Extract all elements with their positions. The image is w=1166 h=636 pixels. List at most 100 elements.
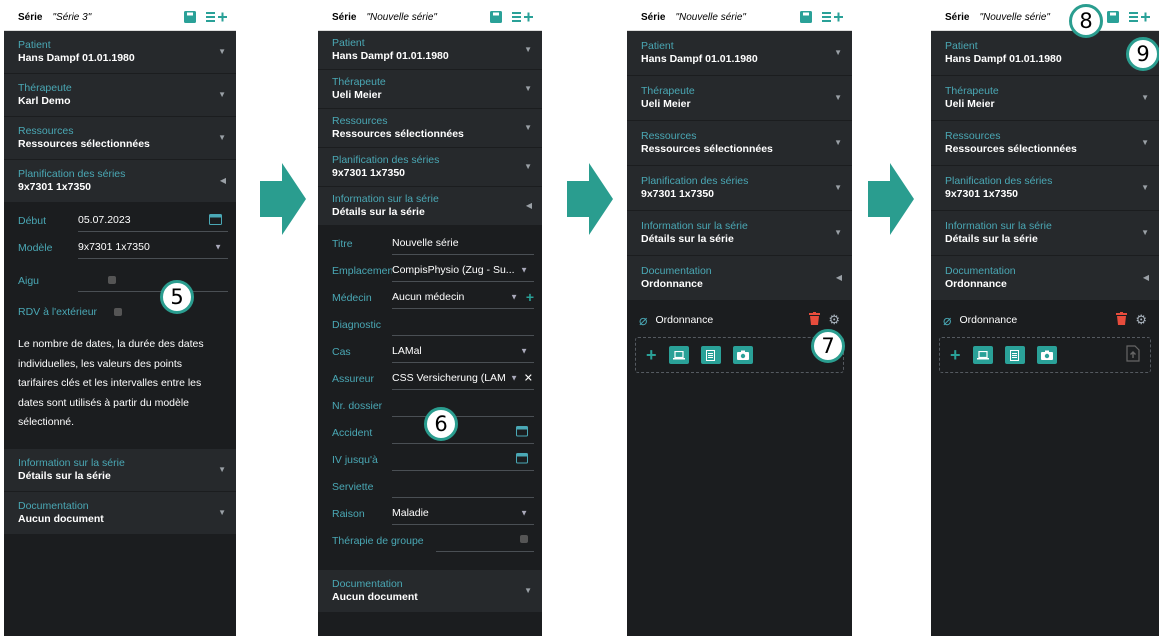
add-list-icon[interactable] [206, 11, 228, 23]
plus-icon[interactable]: + [526, 289, 534, 305]
chevron-down-icon: ▼ [524, 586, 532, 595]
documentation-section[interactable]: Documentation Ordonnance ◀ [931, 256, 1159, 301]
series-label: Série [332, 11, 357, 23]
calendar-icon[interactable] [209, 213, 222, 227]
chevron-down-icon: ▼ [1141, 183, 1149, 192]
info-section[interactable]: Information sur la série Détails sur la s… [4, 448, 236, 492]
document-name: Ordonnance [959, 314, 1018, 326]
diagnosis-input[interactable] [392, 314, 534, 336]
patient-section[interactable]: Patient Hans Dampf 01.01.1980 [931, 31, 1159, 76]
chevron-down-icon: ▼ [214, 242, 222, 252]
series-header: Série "Nouvelle série" [931, 4, 1159, 31]
plus-icon[interactable]: + [646, 345, 657, 366]
resources-section[interactable]: Ressources Ressources sélectionnées ▼ [318, 109, 542, 148]
chevron-down-icon: ▼ [510, 373, 518, 383]
documentation-section[interactable]: Documentation Ordonnance ◀ [627, 256, 852, 301]
document-icon[interactable] [700, 346, 721, 364]
accident-date-input[interactable] [392, 422, 534, 444]
planning-section[interactable]: Planification des séries 9x7301 1x7350 ▼ [931, 166, 1159, 211]
chevron-down-icon: ▼ [1141, 228, 1149, 237]
therapist-section[interactable]: Thérapeute Ueli Meier ▼ [318, 70, 542, 109]
info-section[interactable]: Information sur la série Détails sur la s… [931, 211, 1159, 256]
acute-checkbox[interactable] [78, 270, 228, 292]
laptop-icon[interactable] [668, 346, 689, 364]
camera-icon[interactable] [732, 346, 753, 364]
paperclip-icon: ⌀ [639, 311, 648, 328]
patient-section[interactable]: Patient Hans Dampf 01.01.1980 ▼ [4, 31, 236, 74]
add-list-icon[interactable] [1129, 11, 1151, 23]
gear-icon[interactable]: ⚙ [1135, 312, 1147, 328]
document-item: ⌀ Ordonnance ⚙ + [939, 309, 1151, 373]
resources-section[interactable]: Ressources Ressources sélectionnées ▼ [931, 121, 1159, 166]
document-icon[interactable] [1004, 346, 1025, 364]
therapist-section[interactable]: Thérapeute Ueli Meier ▼ [627, 76, 852, 121]
start-label: Début [18, 214, 47, 227]
calendar-icon[interactable] [516, 426, 528, 439]
chevron-down-icon: ▼ [524, 45, 532, 54]
group-therapy-checkbox[interactable] [436, 530, 534, 552]
step-badge-add: 9 [1126, 37, 1159, 71]
save-icon[interactable] [800, 11, 812, 23]
location-select[interactable]: CompisPhysio (Zug - Su... ▼ [392, 260, 534, 282]
calendar-icon[interactable] [516, 453, 528, 466]
patient-section[interactable]: Patient Hans Dampf 01.01.1980 ▼ [627, 31, 852, 76]
camera-icon[interactable] [1036, 346, 1057, 364]
chevron-down-icon: ▼ [218, 464, 226, 474]
laptop-icon[interactable] [972, 346, 993, 364]
chevron-down-icon: ▼ [218, 47, 226, 56]
chevron-down-icon: ▼ [520, 265, 528, 275]
model-select[interactable]: 9x7301 1x7350 ▼ [78, 237, 228, 259]
add-list-icon[interactable] [512, 11, 534, 23]
chevron-down-icon: ▼ [218, 133, 226, 142]
start-input[interactable]: 05.07.2023 [78, 210, 228, 232]
trash-icon[interactable] [1116, 312, 1128, 328]
step-badge: 5 [160, 280, 194, 314]
clear-icon[interactable]: ✕ [524, 372, 533, 385]
file-number-input[interactable] [392, 395, 534, 417]
step-badge-save: 8 [1069, 4, 1103, 38]
documentation-section[interactable]: Documentation Aucun document ▼ [4, 491, 236, 535]
documentation-section[interactable]: Documentation Aucun document ▼ [318, 570, 542, 613]
chevron-left-icon: ◀ [219, 176, 226, 185]
document-name: Ordonnance [655, 314, 714, 326]
planning-form: Début 05.07.2023 Modèle 9x7301 1x7350 ▼ Aig… [4, 203, 236, 325]
gear-icon[interactable]: ⚙ [828, 312, 840, 328]
title-input[interactable]: Nouvelle série [392, 233, 534, 255]
insurer-select[interactable]: CSS Versicherung (LAM ▼ ✕ [392, 368, 534, 390]
chevron-down-icon: ▼ [834, 48, 842, 57]
series-header: Série "Série 3" [4, 4, 236, 31]
series-label: Série [945, 11, 970, 23]
case-select[interactable]: LAMal ▼ [392, 341, 534, 363]
info-section[interactable]: Information sur la série Détails sur la s… [318, 187, 542, 226]
save-icon[interactable] [184, 11, 196, 23]
save-icon[interactable] [490, 11, 502, 23]
iv-date-input[interactable] [392, 449, 534, 471]
therapist-section[interactable]: Thérapeute Ueli Meier ▼ [931, 76, 1159, 121]
chevron-down-icon: ▼ [834, 183, 842, 192]
chevron-left-icon: ◀ [525, 201, 532, 210]
trash-icon[interactable] [809, 312, 821, 328]
therapist-section[interactable]: Thérapeute Karl Demo ▼ [4, 74, 236, 117]
chevron-down-icon: ▼ [1141, 93, 1149, 102]
planning-section[interactable]: Planification des séries 9x7301 1x7350 ◀ [4, 160, 236, 203]
info-section[interactable]: Information sur la série Détails sur la s… [627, 211, 852, 256]
planning-section[interactable]: Planification des séries 9x7301 1x7350 ▼ [318, 148, 542, 187]
plus-icon[interactable]: + [950, 345, 961, 366]
chevron-down-icon: ▼ [1141, 138, 1149, 147]
resources-section[interactable]: Ressources Ressources sélectionnées ▼ [627, 121, 852, 166]
resources-section[interactable]: Ressources Ressources sélectionnées ▼ [4, 117, 236, 160]
reason-select[interactable]: Maladie ▼ [392, 503, 534, 525]
save-icon[interactable] [1107, 11, 1119, 23]
add-list-icon[interactable] [822, 11, 844, 23]
towel-input[interactable] [392, 476, 534, 498]
series-name: "Nouvelle série" [675, 11, 746, 23]
chevron-left-icon: ◀ [1142, 273, 1149, 282]
doctor-select[interactable]: Aucun médecin ▼ + [392, 287, 534, 309]
patient-section[interactable]: Patient Hans Dampf 01.01.1980 ▼ [318, 31, 542, 70]
series-name: "Nouvelle série" [979, 11, 1050, 23]
acute-label: Aigu [18, 274, 40, 287]
planning-section[interactable]: Planification des séries 9x7301 1x7350 ▼ [627, 166, 852, 211]
file-upload-icon[interactable] [1126, 345, 1140, 365]
chevron-down-icon: ▼ [520, 508, 528, 518]
upload-dropzone[interactable]: + [939, 337, 1151, 373]
